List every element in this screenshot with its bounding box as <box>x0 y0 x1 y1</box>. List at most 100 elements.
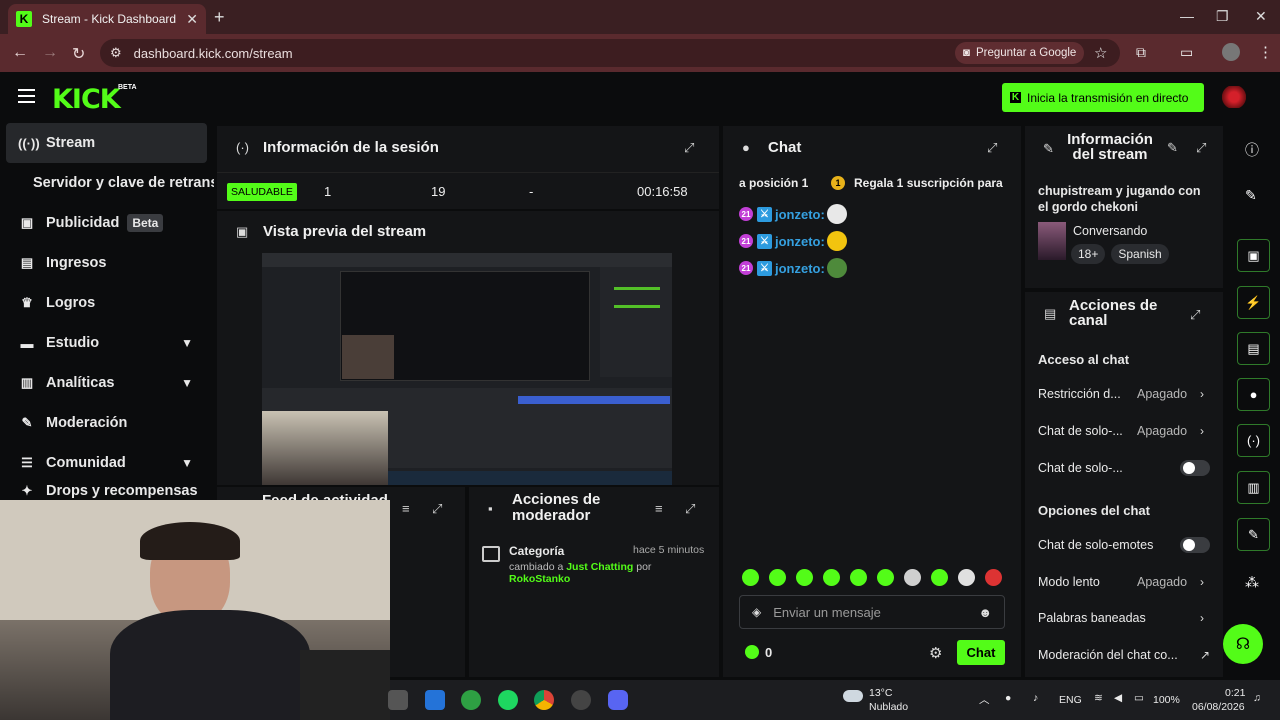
chevron-right-icon[interactable]: › <box>1200 424 1204 438</box>
chat-banner-gift[interactable]: Regala 1 suscripción para te <box>854 176 1006 190</box>
expand-icon[interactable]: ⤢ <box>684 140 694 156</box>
chevron-up-icon[interactable]: ︿ <box>979 692 990 707</box>
emote-icon[interactable] <box>769 569 786 586</box>
close-tab-icon[interactable]: ✕ <box>186 11 198 28</box>
gear-icon[interactable]: ⚙ <box>929 644 942 662</box>
emote-icon[interactable] <box>904 569 921 586</box>
expand-icon[interactable]: ⤢ <box>1196 140 1206 156</box>
edit-pencil-icon[interactable]: ✎ <box>1167 140 1178 156</box>
category-thumbnail[interactable] <box>1038 222 1066 260</box>
subscribers-only-toggle[interactable] <box>1180 460 1210 476</box>
wrench-icon[interactable]: ✎ <box>1237 518 1270 551</box>
chat-moderation-label[interactable]: Moderación del chat co... <box>1038 648 1178 662</box>
sidebar-item-server-key[interactable]: Servidor y clave de retransmisión <box>6 163 214 203</box>
emote-only-toggle[interactable] <box>1180 537 1210 553</box>
expand-icon[interactable]: ⤢ <box>685 501 695 517</box>
wifi-icon[interactable]: ≋ <box>1094 692 1103 704</box>
volume-icon[interactable]: ◀ <box>1114 692 1122 704</box>
emoji-icon[interactable]: ☻ <box>978 605 992 620</box>
chat-username[interactable]: jonzeto: <box>775 207 825 222</box>
sidebar-item-moderation[interactable]: ✎ Moderación <box>6 403 207 443</box>
go-live-button[interactable]: K Inicia la transmisión en directo <box>1002 83 1204 112</box>
emote-icon[interactable] <box>931 569 948 586</box>
chevron-right-icon[interactable]: › <box>1200 387 1204 401</box>
forward-icon[interactable]: → <box>42 44 58 62</box>
stream-preview-video[interactable] <box>262 253 672 485</box>
notes-icon[interactable]: ▤ <box>1237 332 1270 365</box>
battery-icon[interactable]: ▭ <box>1134 692 1144 704</box>
slow-restriction-label[interactable]: Restricción d... <box>1038 387 1121 401</box>
slow-mode-label[interactable]: Modo lento <box>1038 575 1100 589</box>
sidebar-item-analytics[interactable]: ▥ Analíticas ▼ <box>6 363 207 403</box>
user-avatar[interactable] <box>1221 86 1247 108</box>
sidebar-item-stream[interactable]: ((·)) Stream <box>6 123 207 163</box>
broadcast-icon[interactable]: (·) <box>1237 424 1270 457</box>
followers-only-label[interactable]: Chat de solo-... <box>1038 424 1123 438</box>
emote-icon[interactable] <box>985 569 1002 586</box>
lightning-icon[interactable]: ⚡ <box>1237 286 1270 319</box>
expand-icon[interactable]: ⤢ <box>1190 307 1200 323</box>
filter-icon[interactable]: ≡ <box>655 501 663 516</box>
browser-tab[interactable]: K Stream - Kick Dashboard ✕ <box>8 4 206 34</box>
chat-username[interactable]: jonzeto: <box>775 261 825 276</box>
sidebar-item-community[interactable]: ☰ Comunidad ▼ <box>6 443 207 483</box>
chrome-icon[interactable] <box>534 690 554 710</box>
site-info-icon[interactable]: ⚙ <box>110 45 122 61</box>
emote-icon[interactable] <box>742 569 759 586</box>
maximize-icon[interactable]: ❐ <box>1216 8 1229 25</box>
chat-username[interactable]: jonzeto: <box>775 234 825 249</box>
emote-icon[interactable] <box>823 569 840 586</box>
info-icon[interactable]: ⓘ <box>1245 140 1259 160</box>
bookmark-star-icon[interactable]: ☆ <box>1094 44 1107 62</box>
kick-logo[interactable]: KICK <box>52 84 121 115</box>
extensions-icon[interactable]: ⧉ <box>1136 44 1146 61</box>
clock-time[interactable]: 0:21 <box>1225 687 1245 699</box>
chevron-right-icon[interactable]: › <box>1200 575 1204 589</box>
share-icon[interactable]: ⁂ <box>1245 574 1259 591</box>
emote-icon[interactable] <box>958 569 975 586</box>
external-link-icon[interactable]: ↗ <box>1200 648 1210 662</box>
chevron-right-icon[interactable]: › <box>1200 611 1204 625</box>
sidebar-item-ads[interactable]: ▣ Publicidad Beta <box>6 203 207 243</box>
stream-category[interactable]: Conversando <box>1073 224 1147 238</box>
discord-icon[interactable] <box>608 690 628 710</box>
obs-icon[interactable] <box>571 690 591 710</box>
clock-date[interactable]: 06/08/2026 <box>1192 701 1245 713</box>
notification-bell-icon[interactable]: ♫ <box>1253 692 1261 704</box>
emote-icon[interactable] <box>850 569 867 586</box>
new-tab-icon[interactable]: + <box>214 7 225 28</box>
cast-icon[interactable]: ▭ <box>1180 44 1193 61</box>
language-indicator[interactable]: ENG <box>1059 694 1082 706</box>
mod-action-user[interactable]: RokoStanko <box>509 573 570 585</box>
sidebar-item-income[interactable]: ▤ Ingresos <box>6 243 207 283</box>
expand-icon[interactable]: ⤢ <box>987 140 997 156</box>
chat-icon[interactable]: ● <box>1237 378 1270 411</box>
emote-icon[interactable] <box>877 569 894 586</box>
chat-send-button[interactable]: Chat <box>957 640 1005 665</box>
expand-icon[interactable]: ⤢ <box>432 501 442 517</box>
close-window-icon[interactable]: ✕ <box>1255 8 1267 25</box>
menu-dots-icon[interactable]: ⋮ <box>1258 43 1273 61</box>
support-headset-icon[interactable]: ☊ <box>1223 624 1263 664</box>
chat-message-input[interactable]: ◈ Enviar un mensaje ☻ <box>739 595 1005 629</box>
ask-google-button[interactable]: ◙ Preguntar a Google <box>955 42 1085 64</box>
xbox-icon[interactable] <box>461 690 481 710</box>
filter-icon[interactable]: ≡ <box>402 501 410 516</box>
edit-icon[interactable]: ✎ <box>1245 187 1257 204</box>
reload-icon[interactable]: ↻ <box>72 44 85 64</box>
mic-icon[interactable]: ♪ <box>1033 692 1038 704</box>
spotify-icon[interactable] <box>498 690 518 710</box>
back-icon[interactable]: ← <box>12 44 28 62</box>
app-icon[interactable] <box>388 690 408 710</box>
profile-avatar[interactable] <box>1222 43 1240 61</box>
minimize-icon[interactable]: — <box>1180 8 1194 24</box>
clip-icon[interactable]: ▣ <box>1237 239 1270 272</box>
app-icon[interactable] <box>425 690 445 710</box>
mod-action-category[interactable]: Just Chatting <box>566 561 633 573</box>
sidebar-item-drops[interactable]: ✦ Drops y recompensas <box>6 483 207 501</box>
emote-icon[interactable] <box>796 569 813 586</box>
sidebar-item-achievements[interactable]: ♛ Logros <box>6 283 207 323</box>
hamburger-menu-icon[interactable] <box>18 89 35 103</box>
sidebar-item-studio[interactable]: ▬ Estudio ▼ <box>6 323 207 363</box>
tray-icon[interactable]: ● <box>1005 692 1011 704</box>
